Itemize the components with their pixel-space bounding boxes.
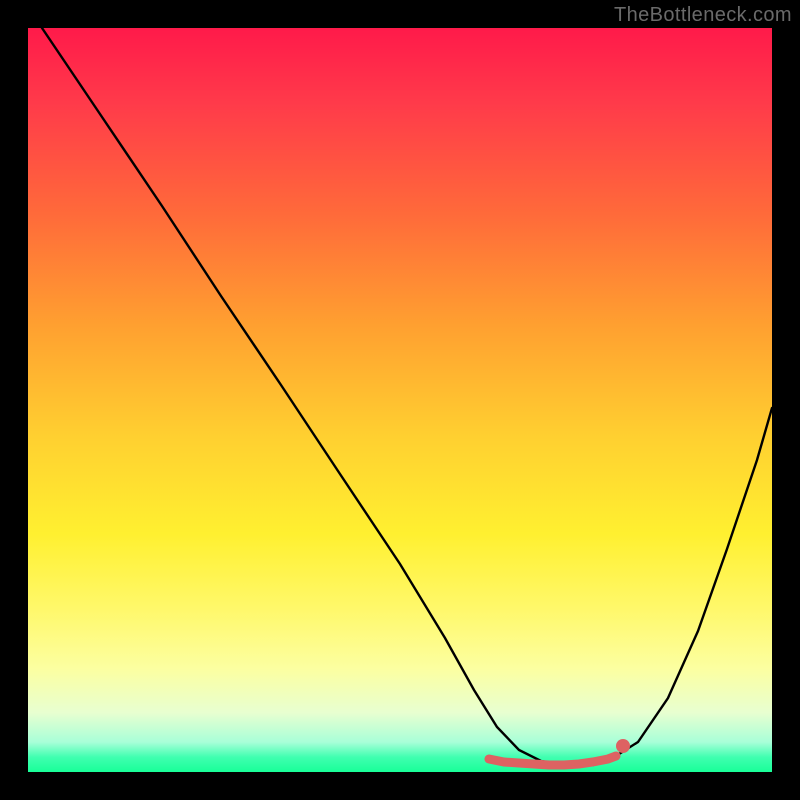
gradient-plot-area [28, 28, 772, 772]
plot-svg [28, 28, 772, 772]
valley-end-dot [616, 739, 630, 753]
valley-marker-line [489, 756, 616, 765]
watermark-text: TheBottleneck.com [614, 4, 792, 27]
bottleneck-curve [42, 28, 772, 765]
